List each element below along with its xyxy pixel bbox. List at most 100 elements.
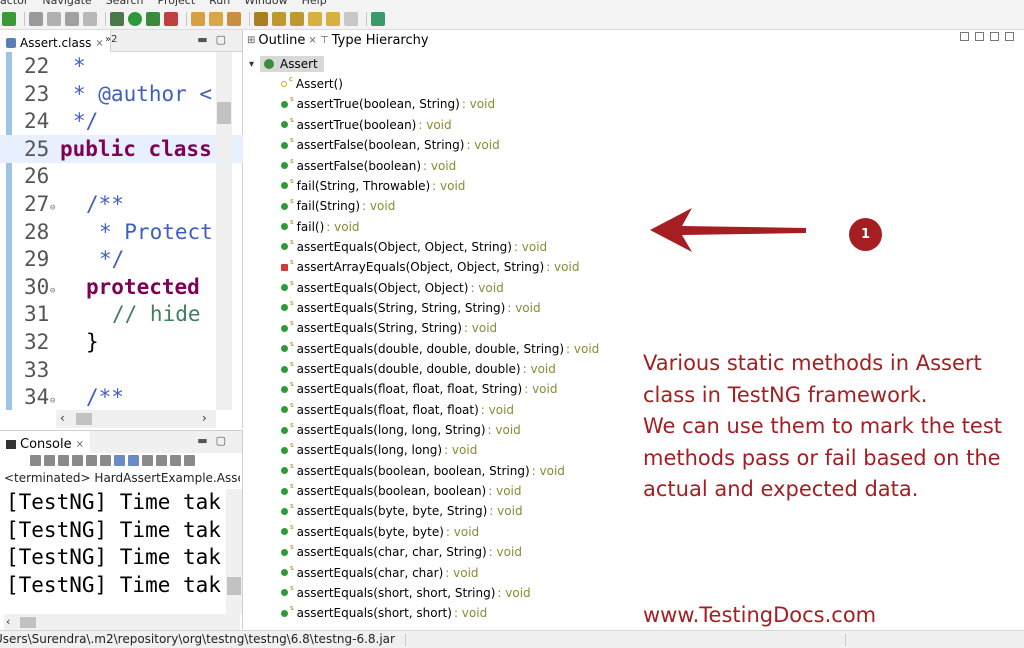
list-icon[interactable] (83, 11, 97, 26)
forward-icon[interactable] (344, 11, 358, 26)
display-console-icon[interactable] (156, 455, 167, 466)
outline-method-item[interactable]: s assertTrue(boolean, String): void (281, 94, 495, 114)
editor-horizontal-scrollbar[interactable]: ‹ › (56, 410, 216, 428)
run-icon[interactable] (128, 11, 142, 26)
perspective-icon[interactable] (371, 11, 385, 26)
collapse-all-icon[interactable] (960, 32, 969, 41)
minimize-maximize-icon[interactable]: ▬▢ (197, 33, 234, 46)
outline-method-item[interactable]: s fail(): void (281, 216, 360, 236)
outline-method-item[interactable]: s assertEquals(float, float, float): void (281, 400, 514, 420)
outline-root-item[interactable]: ▾ Assert (249, 54, 324, 74)
close-icon[interactable]: ⨯ (95, 38, 103, 49)
outline-method-item[interactable]: s assertEquals(long, long, String): void (281, 420, 521, 440)
outline-method-item[interactable]: s assertEquals(String, String, String): v… (281, 298, 541, 318)
hide-static-icon[interactable] (1005, 32, 1014, 41)
open-console-icon[interactable] (170, 455, 181, 466)
outline-root-selection[interactable]: Assert (260, 56, 324, 72)
outline-method-item[interactable]: s fail(String, Throwable): void (281, 176, 465, 196)
back-icon[interactable] (326, 11, 340, 26)
menu-item[interactable]: actor (0, 0, 28, 7)
clear-console-icon[interactable] (72, 455, 83, 466)
toolbar-separator (186, 11, 187, 26)
code-text: * (73, 54, 86, 78)
outline-method-item[interactable]: s assertFalse(boolean): void (281, 155, 456, 175)
scroll-lock-icon[interactable] (86, 455, 97, 466)
scrollbar-thumb[interactable] (76, 413, 92, 425)
menu-item[interactable]: Window (244, 0, 287, 7)
scrollbar-thumb[interactable] (217, 102, 231, 124)
scrollbar-thumb[interactable] (227, 577, 241, 595)
more-tabs-indicator[interactable]: »2 (105, 34, 117, 45)
fold-icon[interactable]: ⊖ (50, 387, 55, 410)
outline-method-item[interactable]: s assertEquals(byte, byte, String): void (281, 501, 523, 521)
show-on-output-icon[interactable] (114, 455, 125, 466)
next-annotation-icon[interactable] (272, 11, 286, 26)
terminate-icon[interactable] (30, 455, 41, 466)
menu-item[interactable]: Run (209, 0, 230, 7)
minimize-maximize-icon[interactable]: ▬▢ (197, 434, 234, 447)
run-dropdown-icon[interactable] (146, 11, 160, 26)
new-package-icon[interactable] (191, 11, 205, 26)
remove-all-icon[interactable] (58, 455, 69, 466)
link-icon[interactable] (47, 11, 61, 26)
chevron-down-icon[interactable]: ▾ (249, 59, 254, 70)
scroll-left-icon[interactable]: ‹ (6, 615, 10, 628)
outline-method-item[interactable]: s assertEquals(boolean, boolean, String):… (281, 461, 565, 481)
menu-item[interactable]: Navigate (42, 0, 91, 7)
menu-item[interactable]: Search (106, 0, 144, 7)
outline-method-item[interactable]: s assertEquals(long, long): void (281, 440, 477, 460)
outline-method-item[interactable]: s assertEquals(char, char): void (281, 562, 479, 582)
outline-method-item[interactable]: s assertEquals(boolean, boolean): void (281, 481, 522, 501)
open-folder-icon[interactable] (209, 11, 223, 26)
tab-type-hierarchy[interactable]: ⊤ Type Hierarchy (320, 33, 429, 48)
outline-method-item[interactable]: s assertEquals(char, char, String): void (281, 542, 522, 562)
console-vertical-scrollbar[interactable] (226, 489, 242, 614)
annotation-icon[interactable] (254, 11, 268, 26)
public-method-icon (281, 385, 288, 393)
console-output[interactable]: [TestNG] Time tak [TestNG] Time tak [TestN… (6, 489, 222, 614)
outline-method-item[interactable]: s assertEquals(float, float, float, Strin… (281, 379, 557, 399)
close-icon[interactable]: ⨯ (308, 35, 316, 46)
new-class-icon[interactable] (227, 11, 241, 26)
outline-method-item[interactable]: s assertFalse(boolean, String): void (281, 135, 500, 155)
last-edit-icon[interactable] (308, 11, 322, 26)
console-horizontal-scrollbar[interactable]: ‹ (4, 614, 240, 630)
outline-method-item[interactable]: s assertArrayEquals(Object, Object, Strin… (281, 257, 579, 277)
view-menu-icon[interactable] (184, 455, 195, 466)
menu-item[interactable]: Project (158, 0, 196, 7)
refresh-icon[interactable] (2, 11, 16, 26)
debug-icon[interactable] (110, 11, 124, 26)
outline-method-item[interactable]: c Assert() (281, 74, 345, 94)
pin-icon[interactable] (29, 11, 43, 26)
editor-vertical-scrollbar[interactable] (216, 52, 232, 410)
outline-method-item[interactable]: s assertEquals(double, double, double): v… (281, 359, 556, 379)
menu-item[interactable]: Help (302, 0, 327, 7)
word-wrap-icon[interactable] (100, 455, 111, 466)
outline-method-item[interactable]: s assertEquals(short, short): void (281, 603, 487, 623)
tab-outline[interactable]: ⊞ Outline ⨯ (247, 33, 317, 48)
sort-icon[interactable] (975, 32, 984, 41)
close-icon[interactable]: ⨯ (76, 439, 84, 450)
pin-console-icon[interactable] (142, 455, 153, 466)
outline-method-item[interactable]: s assertEquals(String, String): void (281, 318, 497, 338)
outline-method-item[interactable]: s assertEquals(double, double, double, St… (281, 339, 599, 359)
code-area[interactable]: 22 * 23 * @author < 24 */ 25 public class 26 27 ⊖ /… (0, 52, 243, 410)
scroll-left-icon[interactable]: ‹ (60, 411, 65, 425)
outline-method-item[interactable]: s assertEquals(Object, Object): void (281, 278, 504, 298)
console-tab[interactable]: Console ⨯ (0, 431, 90, 453)
outline-method-item[interactable]: s assertEquals(byte, byte): void (281, 522, 479, 542)
public-method-icon (281, 609, 288, 617)
scrollbar-thumb[interactable] (20, 617, 36, 628)
outline-method-item[interactable]: s assertEquals(short, short, String): voi… (281, 583, 531, 603)
outline-method-item[interactable]: s fail(String): void (281, 196, 395, 216)
prev-annotation-icon[interactable] (290, 11, 304, 26)
show-on-error-icon[interactable] (128, 455, 139, 466)
outline-method-item[interactable]: s assertTrue(boolean): void (281, 115, 452, 135)
hide-fields-icon[interactable] (990, 32, 999, 41)
scroll-right-icon[interactable]: › (202, 411, 207, 425)
editor-tab-assert-class[interactable]: Assert.class ⨯ (0, 30, 111, 52)
remove-launch-icon[interactable] (44, 455, 55, 466)
format-icon[interactable] (65, 11, 79, 26)
external-tools-icon[interactable] (164, 11, 178, 26)
outline-method-item[interactable]: s assertEquals(Object, Object, String): v… (281, 237, 547, 257)
